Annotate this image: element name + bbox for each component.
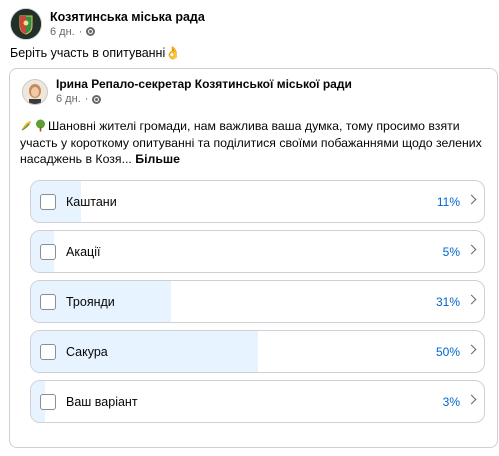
poll-option-percent[interactable]: 50% bbox=[436, 344, 460, 360]
author-name[interactable]: Ірина Репало-секретар Козятинської міськ… bbox=[56, 77, 352, 92]
poll-option-percent[interactable]: 5% bbox=[443, 244, 460, 260]
shared-post-meta: 6 дн. · bbox=[56, 92, 352, 106]
chevron-right-icon[interactable] bbox=[466, 244, 477, 255]
poll-option[interactable]: Акації 5% bbox=[30, 230, 485, 273]
shared-post-header: Ірина Репало-секретар Козятинської міськ… bbox=[22, 77, 352, 106]
poll-option-label: Сакура bbox=[66, 345, 108, 359]
poll-option[interactable]: Ваш варіант 3% bbox=[30, 380, 485, 423]
poll-option-label: Ваш варіант bbox=[66, 395, 138, 409]
shared-post-text-block: Шановні жителі громади, нам важлива ваша… bbox=[20, 118, 485, 168]
deciduous-tree-icon bbox=[36, 119, 45, 132]
page-avatar[interactable] bbox=[10, 8, 42, 40]
poll-option[interactable]: Каштани 11% bbox=[30, 180, 485, 223]
poll-option[interactable]: Троянди 31% bbox=[30, 280, 485, 323]
globe-icon bbox=[86, 27, 96, 36]
poll-option-checkbox[interactable] bbox=[40, 244, 56, 260]
poll-option-checkbox[interactable] bbox=[40, 194, 56, 210]
author-avatar[interactable] bbox=[22, 78, 48, 105]
shared-post-text: Шановні жителі громади, нам важлива ваша… bbox=[20, 119, 482, 166]
chevron-right-icon[interactable] bbox=[466, 294, 477, 305]
poll-options: Каштани 11% Акації 5% Троянди 31% Сакура… bbox=[30, 180, 485, 430]
poll-option-percent[interactable]: 3% bbox=[443, 394, 460, 410]
ear-of-corn-icon bbox=[21, 121, 31, 131]
poll-option-checkbox[interactable] bbox=[40, 344, 56, 360]
poll-option-percent[interactable]: 11% bbox=[437, 194, 460, 210]
shared-post-time[interactable]: 6 дн. bbox=[56, 92, 81, 106]
post-header: Козятинська міська рада 6 дн. · bbox=[10, 8, 205, 40]
poll-option-fill bbox=[31, 331, 258, 372]
poll-option-label: Акації bbox=[66, 245, 101, 259]
poll-option-label: Троянди bbox=[66, 295, 115, 309]
poll-option-checkbox[interactable] bbox=[40, 294, 56, 310]
poll-option-label: Каштани bbox=[66, 195, 117, 209]
chevron-right-icon[interactable] bbox=[466, 394, 477, 405]
post-text: Беріть участь в опитуванні👌 bbox=[10, 46, 181, 60]
poll-option-checkbox[interactable] bbox=[40, 394, 56, 410]
page-name[interactable]: Козятинська міська рада bbox=[50, 10, 205, 25]
poll-option[interactable]: Сакура 50% bbox=[30, 330, 485, 373]
chevron-right-icon[interactable] bbox=[466, 194, 477, 205]
post-meta: 6 дн. · bbox=[50, 25, 205, 39]
poll-option-percent[interactable]: 31% bbox=[436, 294, 460, 310]
see-more-link[interactable]: Більше bbox=[135, 152, 180, 166]
chevron-right-icon[interactable] bbox=[466, 344, 477, 355]
globe-icon bbox=[92, 94, 102, 104]
shared-post-card[interactable]: Ірина Репало-секретар Козятинської міськ… bbox=[9, 68, 498, 448]
post-time[interactable]: 6 дн. bbox=[50, 25, 75, 39]
